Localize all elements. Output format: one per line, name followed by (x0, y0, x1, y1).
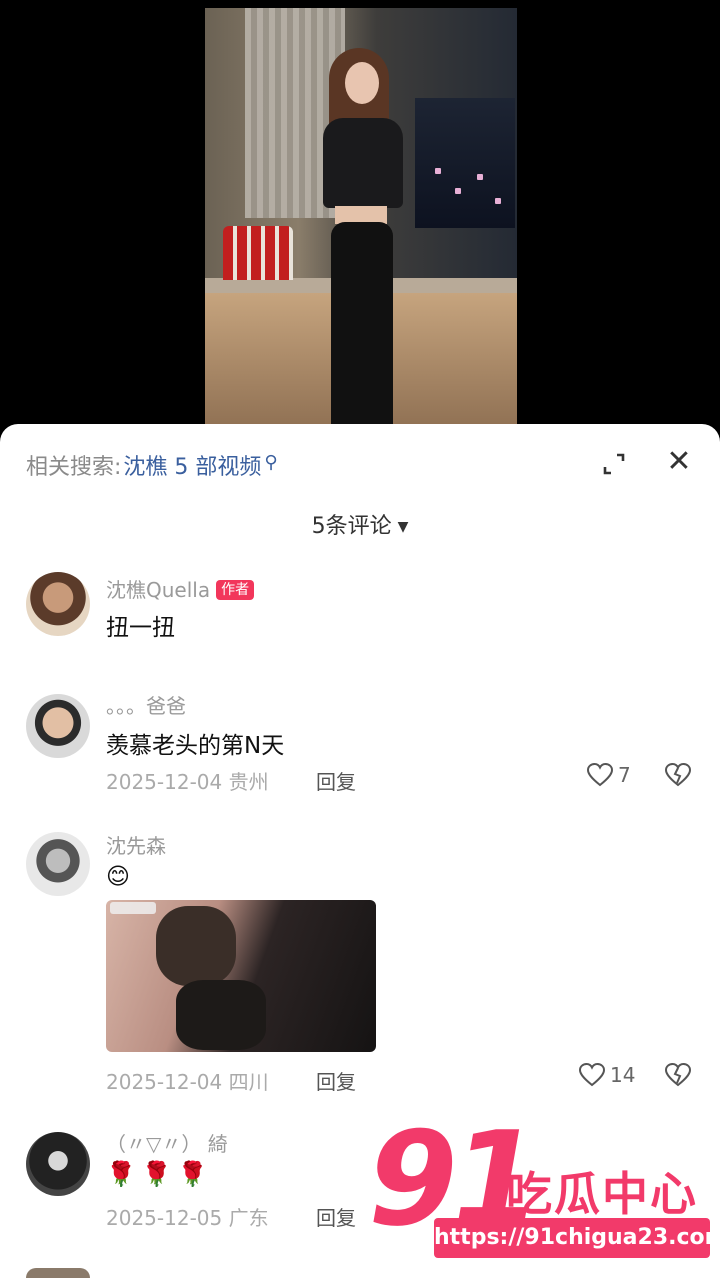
heart-icon (578, 1062, 606, 1087)
related-search[interactable]: 相关搜索: 沈樵 5 部视频 ⚲ (26, 449, 278, 481)
reply-button[interactable]: 回复 (316, 766, 356, 795)
search-icon[interactable]: ⚲ (264, 452, 277, 473)
dislike-icon[interactable] (664, 1062, 692, 1088)
comment-date-location: 2025-12-04 四川 (106, 1070, 269, 1094)
video-player[interactable] (0, 0, 720, 440)
video-bottles (223, 226, 293, 280)
like-count: 14 (610, 1063, 636, 1087)
caret-down-icon: ▼ (397, 519, 409, 535)
close-icon[interactable]: ✕ (665, 447, 693, 477)
comment-username[interactable]: 沈先森 (106, 830, 166, 859)
avatar[interactable] (26, 572, 90, 636)
comment-date-location: 2025-12-04 贵州 (106, 770, 269, 794)
comment-attached-image[interactable] (106, 900, 376, 1052)
comment-text: 羡慕老头的第N天 (106, 733, 285, 759)
comment-date-location: 2025-12-05 广东 (106, 1206, 269, 1230)
comment-count-dropdown[interactable]: 5条评论 ▼ (0, 508, 720, 540)
reply-button[interactable]: 回复 (316, 1202, 356, 1231)
comment-text: 扭一扭 (106, 615, 175, 641)
avatar[interactable] (26, 1268, 90, 1278)
dislike-icon[interactable] (664, 762, 692, 788)
video-window (415, 98, 515, 228)
comment-username[interactable]: 沈樵Quella (106, 578, 210, 602)
author-badge: 作者 (216, 580, 255, 600)
comment-username[interactable]: 。。。爸爸 (106, 690, 186, 719)
like-button[interactable]: 14 (578, 1062, 635, 1088)
video-person (313, 48, 423, 428)
comment-sheet: 相关搜索: 沈樵 5 部视频 ⚲ ✕ 5条评论 ▼ 沈樵Quella 作者 扭一扭 … (0, 424, 720, 1278)
comment-text: 😊 (106, 864, 130, 890)
related-search-term[interactable]: 沈樵 5 部视频 (123, 449, 261, 481)
heart-icon (586, 762, 614, 787)
video-frame[interactable] (205, 8, 517, 428)
like-count: 7 (618, 763, 631, 787)
comment-username[interactable]: （〃▽〃） 綺 (106, 1128, 228, 1157)
comment-count-label: 5条评论 (311, 514, 392, 539)
related-search-prefix: 相关搜索: (26, 455, 122, 480)
like-button[interactable]: 7 (586, 762, 631, 788)
comment-text: 🌹🌹🌹 (106, 1160, 214, 1188)
avatar[interactable] (26, 1132, 90, 1196)
avatar[interactable] (26, 694, 90, 758)
expand-icon[interactable] (600, 450, 628, 478)
avatar[interactable] (26, 832, 90, 896)
reply-button[interactable]: 回复 (316, 1066, 356, 1095)
